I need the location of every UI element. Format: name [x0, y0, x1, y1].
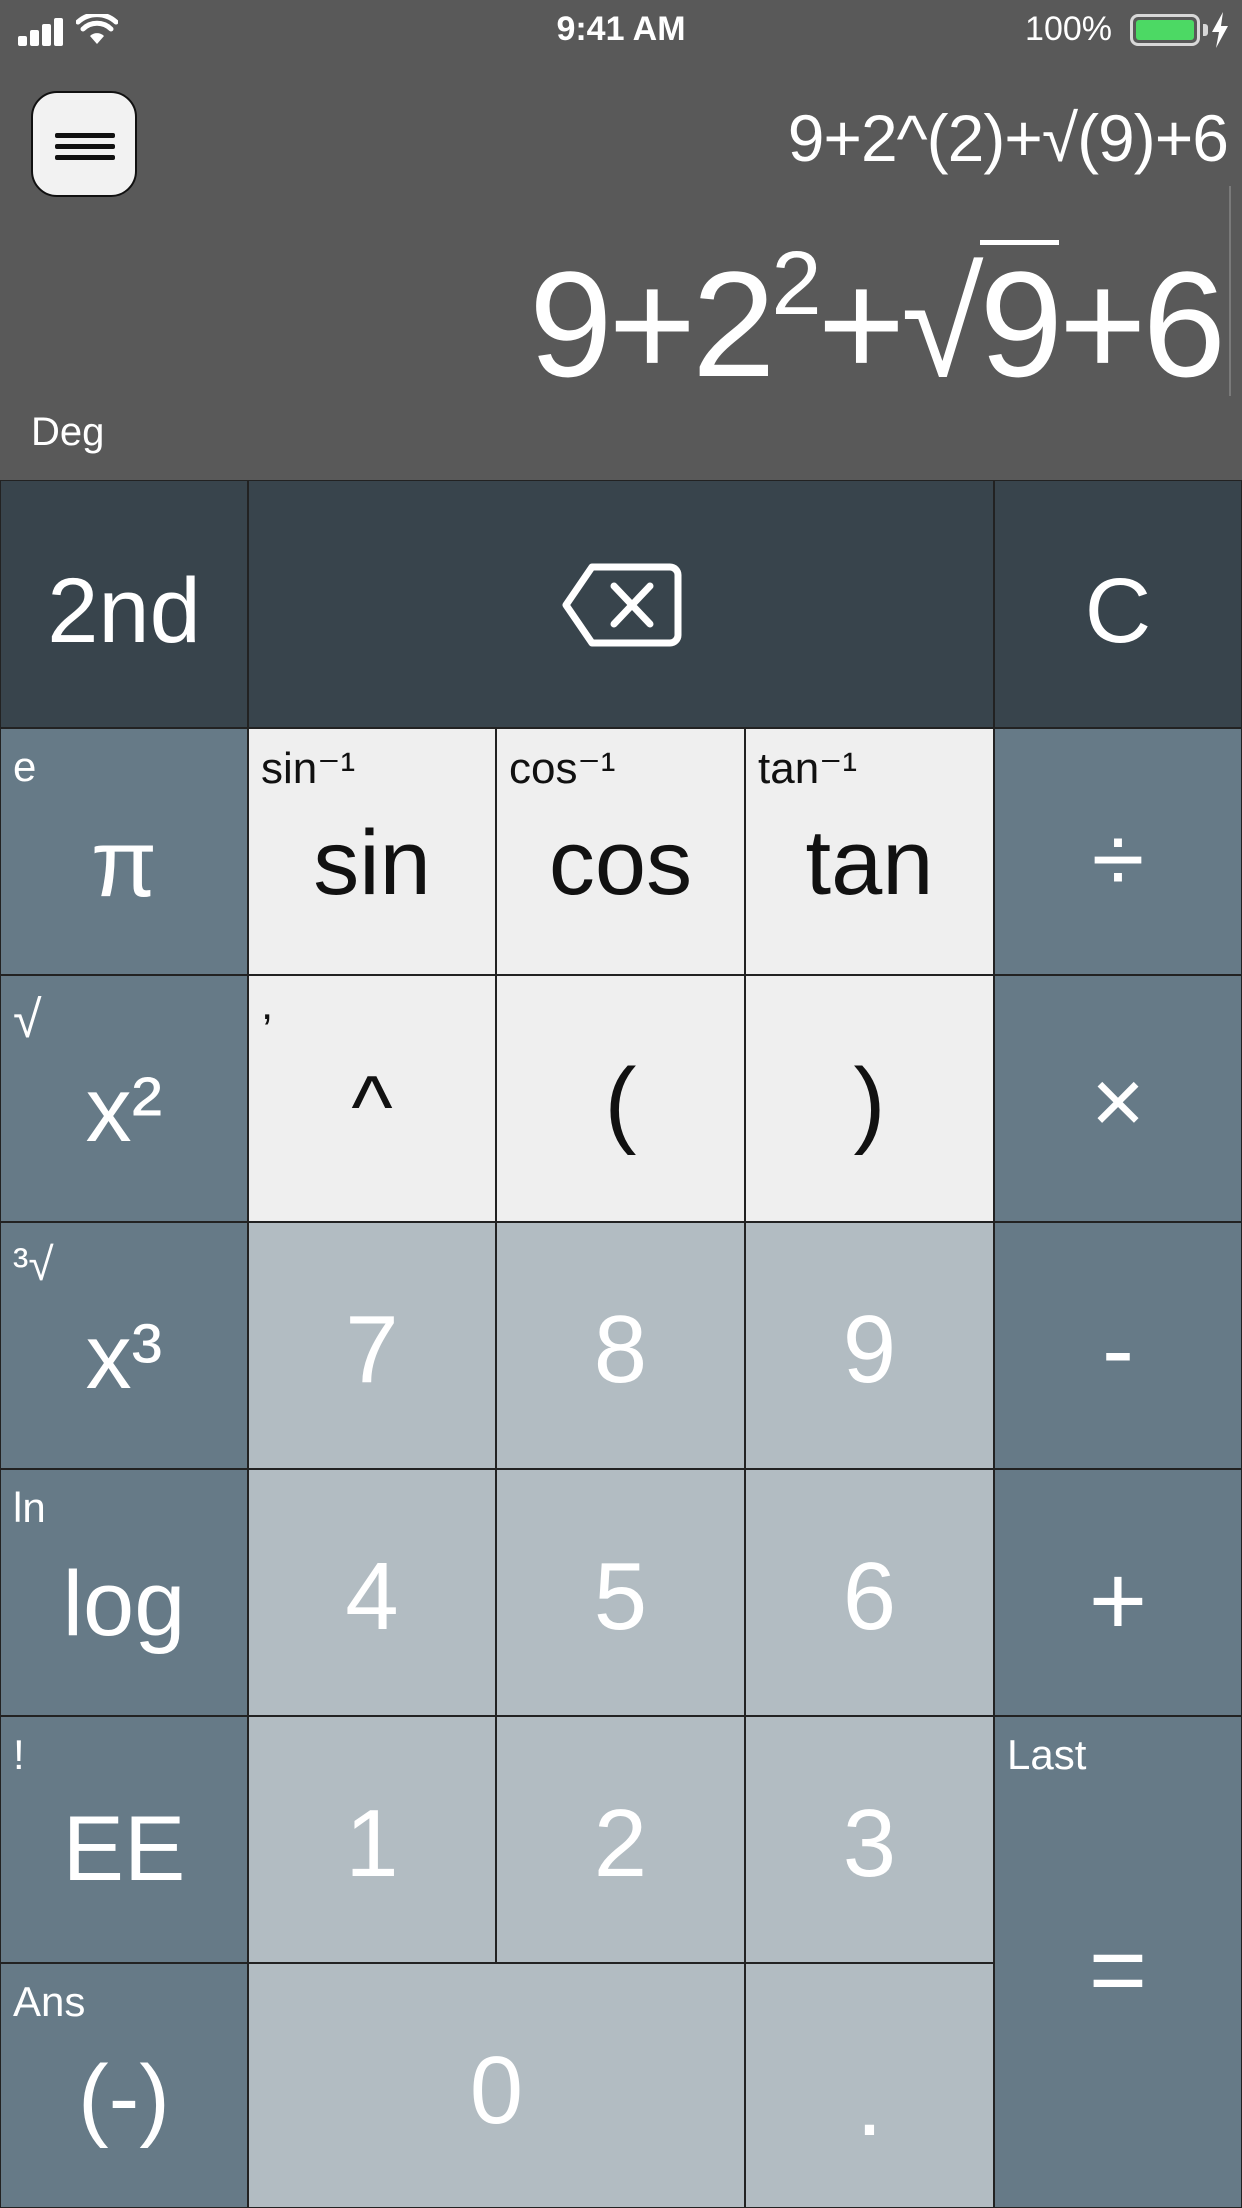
expression-input-after: (9)+6 — [1077, 101, 1229, 175]
digit-5-key[interactable]: 5 — [496, 1469, 745, 1716]
divide-key[interactable]: ÷ — [994, 728, 1242, 975]
digit-0-label: 0 — [469, 2037, 524, 2144]
plus-key[interactable]: + — [994, 1469, 1242, 1716]
sin-key[interactable]: sin⁻¹ sin — [248, 728, 496, 975]
second-key-label: 2nd — [47, 560, 201, 662]
open-paren-key[interactable]: ( — [496, 975, 745, 1222]
minus-key[interactable]: - — [994, 1222, 1242, 1469]
divide-key-label: ÷ — [1091, 806, 1145, 913]
digit-8-label: 8 — [593, 1296, 648, 1403]
digit-9-label: 9 — [842, 1296, 897, 1403]
backspace-icon — [562, 563, 682, 647]
battery-cap — [1203, 24, 1208, 36]
square-key-label: x² — [85, 1059, 163, 1161]
battery-icon — [1130, 14, 1200, 46]
charging-bolt-icon — [1212, 12, 1228, 48]
digit-0-key[interactable]: 0 — [248, 1963, 745, 2208]
keypad: 2nd C e π sin⁻¹ sin cos⁻¹ cos tan⁻¹ tan … — [0, 480, 1242, 2208]
result-part3: +6 — [1058, 240, 1226, 408]
plus-key-label: + — [1088, 1545, 1148, 1657]
digit-2-key[interactable]: 2 — [496, 1716, 745, 1963]
tan-key-label: tan — [805, 812, 934, 914]
multiply-key-label: × — [1091, 1051, 1145, 1153]
expression-input-before: 9+2^(2)+ — [787, 101, 1043, 175]
multiply-key[interactable]: × — [994, 975, 1242, 1222]
cube-key[interactable]: ³√ x³ — [0, 1222, 248, 1469]
equals-key-label: = — [1088, 1914, 1148, 2026]
digit-3-label: 3 — [842, 1790, 897, 1897]
square-key[interactable]: √ x² — [0, 975, 248, 1222]
expression-input-radical: √ — [1041, 101, 1078, 175]
close-paren-key[interactable]: ) — [745, 975, 994, 1222]
scroll-indicator — [1229, 186, 1231, 396]
ee-key-label: EE — [62, 1798, 186, 1900]
digit-2-label: 2 — [593, 1790, 648, 1897]
tan-key-alt: tan⁻¹ — [758, 744, 858, 793]
angle-mode-label: Deg — [31, 410, 105, 454]
log-key[interactable]: ln log — [0, 1469, 248, 1716]
clear-key-label: C — [1084, 560, 1152, 662]
digit-5-label: 5 — [593, 1543, 648, 1650]
log-key-label: log — [62, 1553, 186, 1655]
digit-9-key[interactable]: 9 — [745, 1222, 994, 1469]
ee-key[interactable]: ! EE — [0, 1716, 248, 1963]
decimal-key[interactable]: . — [745, 1963, 994, 2208]
result-part2: + — [817, 240, 906, 408]
tan-key[interactable]: tan⁻¹ tan — [745, 728, 994, 975]
digit-1-key[interactable]: 1 — [248, 1716, 496, 1963]
digit-7-key[interactable]: 7 — [248, 1222, 496, 1469]
menu-button[interactable] — [31, 91, 137, 197]
result-exponent: 2 — [771, 234, 822, 334]
equals-key[interactable]: Last = — [994, 1716, 1242, 2208]
power-key-alt: , — [261, 980, 274, 1029]
result-part1: 9+2 — [529, 240, 775, 408]
digit-4-key[interactable]: 4 — [248, 1469, 496, 1716]
cos-key-alt: cos⁻¹ — [509, 744, 616, 793]
power-key[interactable]: , ^ — [248, 975, 496, 1222]
decimal-key-label: . — [856, 2049, 883, 2156]
pi-key-label: π — [90, 810, 158, 917]
digit-3-key[interactable]: 3 — [745, 1716, 994, 1963]
digit-1-label: 1 — [345, 1790, 399, 1897]
square-key-alt: √ — [13, 991, 42, 1049]
battery-percent: 100% — [1025, 10, 1112, 48]
negate-key[interactable]: Ans (-) — [0, 1963, 248, 2208]
equals-key-alt: Last — [1007, 1731, 1087, 1778]
negate-key-label: (-) — [78, 2047, 170, 2149]
digit-8-key[interactable]: 8 — [496, 1222, 745, 1469]
result-radicand: 9 — [979, 240, 1063, 408]
cube-key-alt: ³√ — [13, 1238, 54, 1290]
minus-key-label: - — [1102, 1296, 1134, 1403]
second-key[interactable]: 2nd — [0, 480, 248, 728]
cube-key-label: x³ — [85, 1306, 163, 1408]
negate-key-alt: Ans — [13, 1978, 86, 2025]
cos-key-label: cos — [548, 812, 693, 914]
open-paren-key-label: ( — [604, 1049, 637, 1156]
digit-4-label: 4 — [345, 1543, 399, 1650]
power-key-label: ^ — [351, 1057, 393, 1156]
close-paren-key-label: ) — [853, 1049, 886, 1156]
log-key-alt: ln — [13, 1484, 46, 1531]
cos-key[interactable]: cos⁻¹ cos — [496, 728, 745, 975]
digit-7-label: 7 — [345, 1296, 399, 1403]
ee-key-alt: ! — [13, 1731, 25, 1778]
expression-input[interactable]: 9+2^(2)+√(9)+6 — [787, 100, 1229, 176]
sin-key-alt: sin⁻¹ — [261, 744, 356, 793]
pi-key-alt: e — [13, 743, 37, 790]
sin-key-label: sin — [313, 812, 431, 914]
backspace-key[interactable] — [248, 480, 994, 728]
result-radical: √ — [901, 240, 983, 408]
digit-6-key[interactable]: 6 — [745, 1469, 994, 1716]
clear-key[interactable]: C — [994, 480, 1242, 728]
status-bar: 9:41 AM 100% — [0, 0, 1242, 64]
formatted-expression: 9+22+√9+6 — [529, 239, 1226, 408]
pi-key[interactable]: e π — [0, 728, 248, 975]
digit-6-label: 6 — [842, 1543, 897, 1650]
